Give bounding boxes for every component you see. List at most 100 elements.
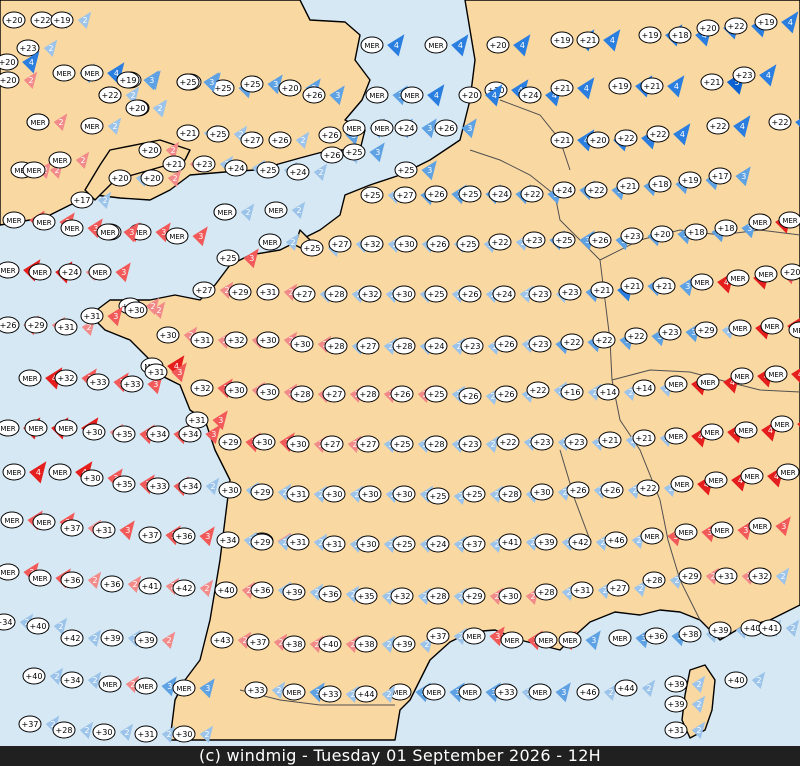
station-temp-label: +28 (328, 342, 345, 351)
station-temp-label: +37 (22, 720, 39, 729)
wind-force-label: 2 (638, 584, 643, 593)
station-temp-label: +20 (700, 24, 717, 33)
station-temp-label: MER (734, 373, 749, 381)
station-temp-label: MER (64, 225, 79, 233)
station-temp-label: MER (0, 425, 15, 433)
station-temp-label: +33 (498, 688, 515, 697)
station-temp-label: MER (466, 633, 481, 641)
station-temp-label: +24 (492, 190, 509, 199)
station-temp-label: +19 (54, 16, 71, 25)
station-temp-label: +22 (34, 16, 51, 25)
station-temp-label: +29 (28, 321, 45, 330)
station-temp-label: +39 (396, 640, 413, 649)
station-temp-label: +30 (326, 490, 343, 499)
station-temp-label: MER (268, 207, 283, 215)
wind-force-label: 4 (674, 82, 679, 91)
wind-force-label: 4 (458, 41, 463, 50)
wind-force-label: 2 (130, 91, 135, 100)
station-temp-label: +28 (360, 390, 377, 399)
station-temp-label: +31 (148, 368, 165, 377)
wind-force-label: 2 (204, 730, 209, 739)
station-temp-label: +30 (86, 428, 103, 437)
station-temp-label: +25 (556, 236, 573, 245)
station-temp-label: +33 (248, 686, 265, 695)
station-temp-label: MER (700, 379, 715, 387)
station-temp-label: MER (752, 523, 767, 531)
station-temp-label: +14 (600, 388, 617, 397)
station-temp-label: +26 (272, 136, 289, 145)
station-temp-label: MER (52, 157, 67, 165)
station-temp-label: MER (644, 533, 659, 541)
station-temp-label: +34 (220, 536, 237, 545)
wind-force-label: 2 (58, 622, 63, 631)
station-temp-label: +29 (222, 438, 239, 447)
station-temp-label: +28 (56, 726, 73, 735)
wind-force-label: 4 (788, 18, 793, 27)
station-temp-label: MER (462, 689, 477, 697)
station-temp-label: MER (708, 477, 723, 485)
station-temp-label: +42 (64, 634, 81, 643)
station-temp-label: +46 (608, 536, 625, 545)
wind-force-label: 2 (172, 174, 177, 183)
station-temp-label: +32 (364, 240, 381, 249)
station-temp-label: +30 (362, 490, 379, 499)
station-temp-label: +20 (0, 58, 15, 67)
station-temp-label: +27 (326, 390, 343, 399)
wind-force-label: 4 (610, 36, 615, 45)
station-temp-label: +28 (428, 440, 445, 449)
weather-map: 1+202+222+192+233MER4+204MER3+192+203+25… (0, 0, 800, 766)
station-temp-label: +31 (194, 336, 211, 345)
station-temp-label: +27 (324, 440, 341, 449)
station-temp-label: MER (84, 70, 99, 78)
station-temp-label: MER (4, 517, 19, 525)
station-temp-label: +23 (662, 328, 679, 337)
station-temp-label: MER (782, 217, 797, 225)
station-temp-label: +30 (290, 440, 307, 449)
wind-force-label: 2 (102, 196, 107, 205)
wind-force-label: 2 (696, 680, 701, 689)
station-temp-label: +34 (0, 618, 12, 627)
station-temp-label: +19 (612, 82, 629, 91)
station-temp-label: MER (374, 125, 389, 133)
station-temp-label: MER (52, 469, 67, 477)
station-temp-label: +22 (500, 438, 517, 447)
wind-force-label: 3 (427, 166, 432, 175)
station-temp-label: +39 (668, 680, 685, 689)
station-temp-label: MER (346, 125, 361, 133)
station-temp-label: MER (6, 217, 21, 225)
station-temp-label: +20 (784, 268, 800, 277)
wind-force-label: 2 (170, 146, 175, 155)
wind-force-label: 3 (167, 682, 172, 691)
station-temp-label: +32 (394, 592, 411, 601)
wind-force-label: 4 (766, 71, 771, 80)
station-temp-label: +44 (358, 690, 375, 699)
station-temp-label: +19 (120, 76, 137, 85)
station-temp-label: +30 (84, 474, 101, 483)
station-temp-label: +32 (752, 572, 769, 581)
station-temp-label: +32 (194, 384, 211, 393)
station-temp-label: +22 (530, 386, 547, 395)
wind-force-label: 3 (209, 78, 214, 87)
station-temp-label: +20 (142, 146, 159, 155)
wind-force-label: 3 (685, 282, 690, 291)
station-temp-label: +30 (256, 438, 273, 447)
station-temp-label: +30 (396, 290, 413, 299)
station-temp-label: +35 (358, 592, 375, 601)
station-temp-label: +37 (142, 531, 159, 540)
station-temp-label: +28 (538, 588, 555, 597)
station-temp-label: +30 (534, 488, 551, 497)
station-temp-label: +23 (464, 342, 481, 351)
station-temp-label: +20 (129, 104, 146, 113)
station-temp-label: +40 (218, 586, 235, 595)
station-temp-label: +26 (498, 390, 515, 399)
station-temp-label: +36 (176, 532, 193, 541)
wind-force-label: 2 (54, 672, 59, 681)
station-temp-label: +24 (428, 342, 445, 351)
station-temp-label: MER (369, 92, 384, 100)
station-temp-label: +40 (322, 640, 339, 649)
wind-force-label: 3 (121, 268, 126, 277)
wind-force-label: 2 (204, 584, 209, 593)
station-temp-label: +20 (6, 16, 23, 25)
station-temp-label: +39 (538, 538, 555, 547)
station-temp-label: MER (714, 527, 729, 535)
